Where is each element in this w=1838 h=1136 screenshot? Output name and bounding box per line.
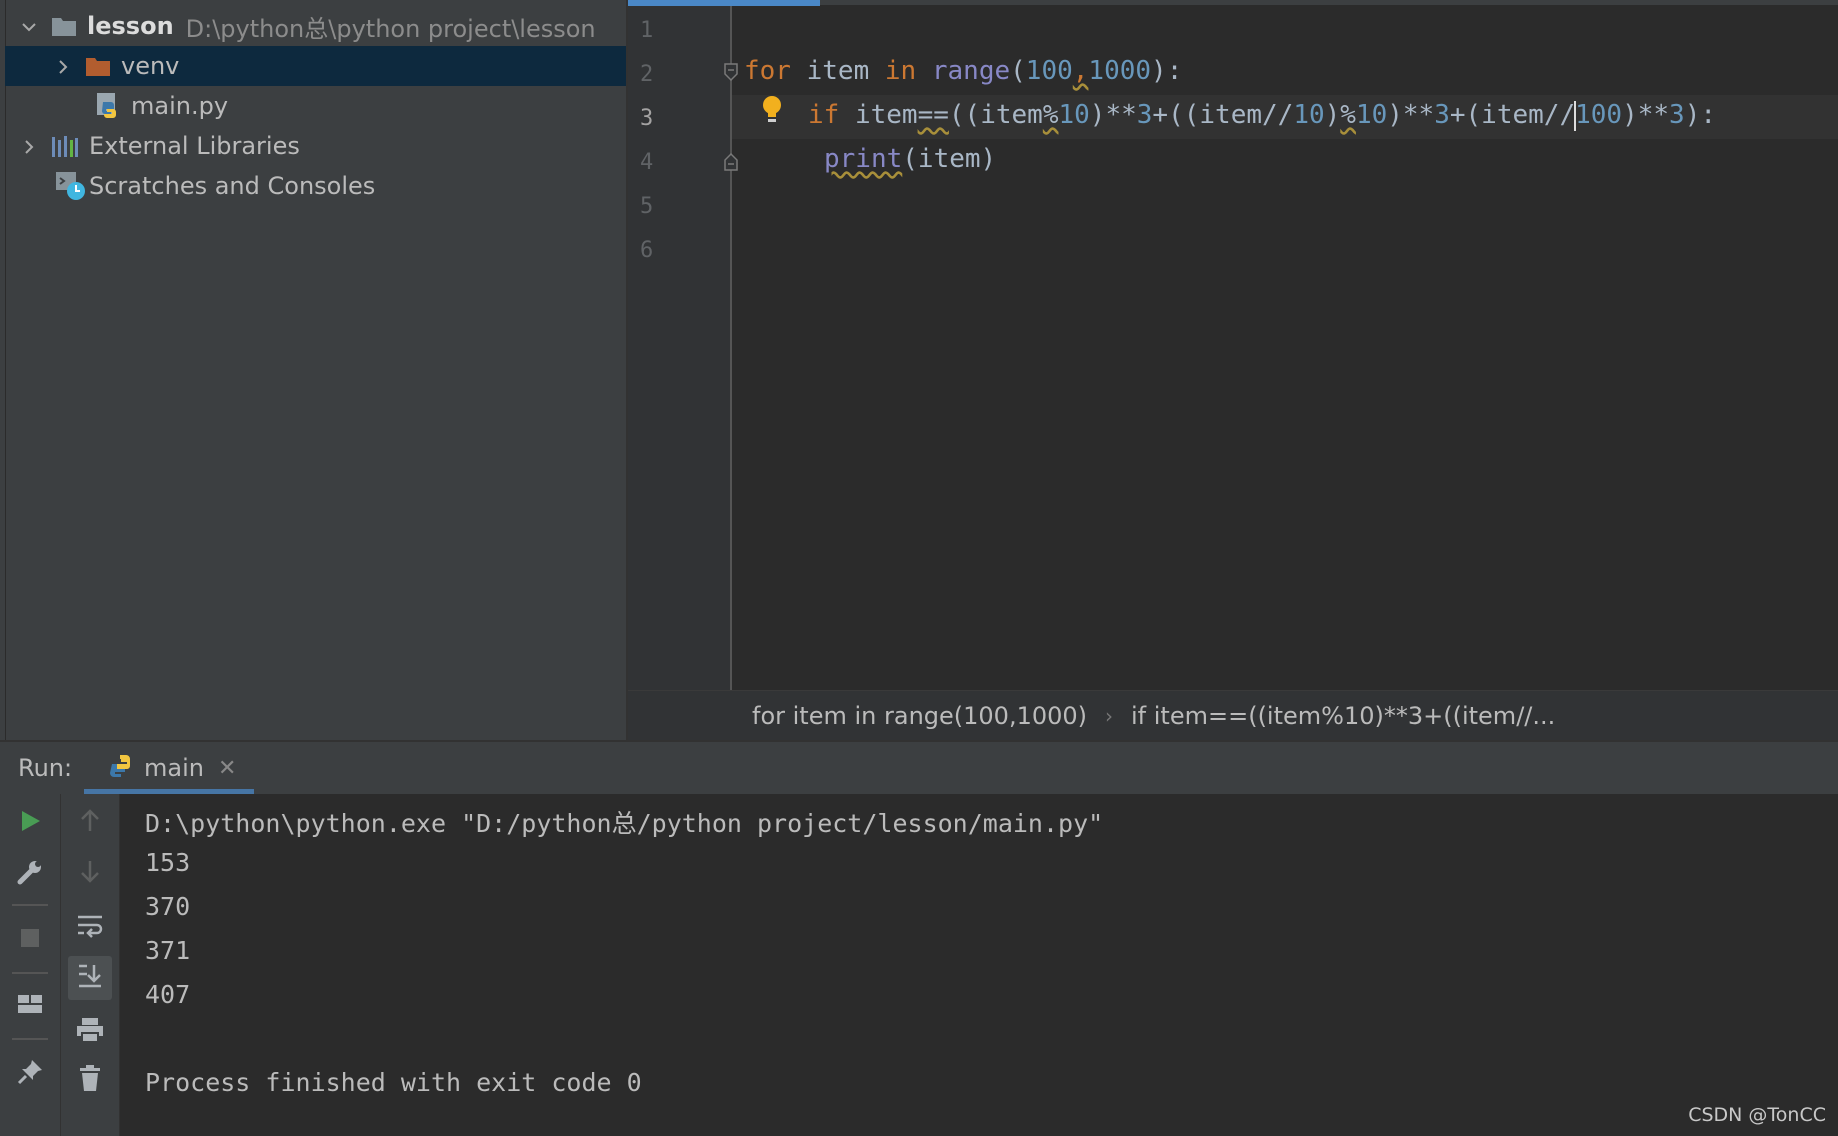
lightbulb-icon[interactable] — [760, 94, 784, 130]
console-line: 407 — [145, 980, 191, 1009]
arrow-down-icon[interactable] — [78, 858, 102, 888]
toolbar-divider — [12, 1038, 48, 1040]
toolbar-divider — [12, 972, 48, 974]
rerun-icon[interactable] — [17, 808, 43, 838]
line-number: 4 — [640, 150, 654, 175]
chevron-down-icon[interactable] — [21, 19, 36, 33]
settings-wrench-icon[interactable] — [16, 858, 44, 890]
console-output[interactable]: D:\python\python.exe "D:/python总/python … — [120, 794, 1838, 1136]
line-number: 2 — [640, 62, 654, 87]
run-label: Run: — [18, 754, 73, 782]
scratches-icon — [55, 170, 87, 202]
layout-icon[interactable] — [16, 992, 44, 1020]
tree-item-label: venv — [121, 52, 180, 80]
line-number: 3 — [640, 106, 654, 131]
python-file-icon — [95, 92, 121, 120]
tree-item-scratches[interactable]: Scratches and Consoles — [5, 166, 626, 206]
run-toolbar-primary — [0, 794, 61, 1136]
run-tab-main[interactable]: main ✕ — [84, 742, 254, 794]
code-line-2[interactable]: for item in range(100,1000): — [744, 56, 1182, 86]
tree-item-label: lesson — [87, 12, 174, 40]
console-line: 153 — [145, 848, 191, 877]
editor-tab-bar — [820, 0, 1838, 5]
close-icon[interactable]: ✕ — [218, 756, 236, 781]
fold-icon[interactable] — [723, 62, 739, 88]
trash-icon[interactable] — [77, 1064, 103, 1096]
python-icon — [106, 752, 134, 784]
run-toolbar-secondary — [61, 794, 120, 1136]
library-icon — [51, 134, 79, 158]
fold-end-icon[interactable] — [723, 150, 739, 176]
chevron-right-icon[interactable] — [21, 139, 35, 154]
tree-item-label: Scratches and Consoles — [89, 172, 376, 200]
console-line: 370 — [145, 892, 191, 921]
tree-item-root[interactable]: lesson D:\python总\python project\lesson — [5, 6, 626, 46]
code-line-3[interactable]: if item==((item%10)**3+((item//10)%10)**… — [808, 100, 1716, 131]
pin-icon[interactable] — [16, 1058, 44, 1090]
run-tab-label: main — [144, 754, 204, 782]
line-number: 1 — [640, 18, 654, 43]
tree-item-label: main.py — [131, 92, 229, 120]
line-number: 6 — [640, 238, 654, 263]
breadcrumb-separator-icon: › — [1105, 704, 1114, 728]
soft-wrap-icon[interactable] — [75, 912, 105, 944]
arrow-up-icon[interactable] — [78, 808, 102, 838]
tree-item-venv[interactable]: venv — [5, 46, 626, 86]
project-panel: lesson D:\python总\python project\lesson … — [0, 0, 628, 740]
tree-item-main-py[interactable]: main.py — [5, 86, 626, 126]
tree-item-external-libraries[interactable]: External Libraries — [5, 126, 626, 166]
console-line: 371 — [145, 936, 191, 965]
chevron-right-icon[interactable] — [55, 59, 69, 74]
tree-item-label: External Libraries — [89, 132, 300, 160]
breadcrumb-item[interactable]: if item==((item%10)**3+((item//... — [1131, 702, 1555, 730]
scroll-to-end-icon[interactable] — [68, 956, 112, 1000]
breadcrumb: for item in range(100,1000) › if item==(… — [628, 690, 1838, 741]
stop-icon[interactable] — [18, 926, 42, 954]
folder-icon — [85, 55, 111, 77]
line-number: 5 — [640, 194, 654, 219]
watermark: CSDN @TonCC — [1688, 1104, 1826, 1126]
breadcrumb-item[interactable]: for item in range(100,1000) — [752, 702, 1087, 730]
tree-item-path: D:\python总\python project\lesson — [185, 14, 596, 43]
code-line-4[interactable]: print(item) — [824, 144, 996, 174]
console-line: D:\python\python.exe "D:/python总/python … — [145, 809, 1104, 838]
toolbar-divider — [12, 904, 48, 906]
console-line: Process finished with exit code 0 — [145, 1068, 642, 1097]
print-icon[interactable] — [75, 1016, 105, 1048]
line-number-gutter: 1 2 3 4 5 6 — [628, 6, 732, 690]
folder-icon — [51, 15, 77, 37]
run-tool-window-header: Run: main ✕ — [0, 740, 1838, 794]
code-editor[interactable]: 1 2 3 4 5 6 for item in range(100,1000):… — [628, 0, 1838, 741]
